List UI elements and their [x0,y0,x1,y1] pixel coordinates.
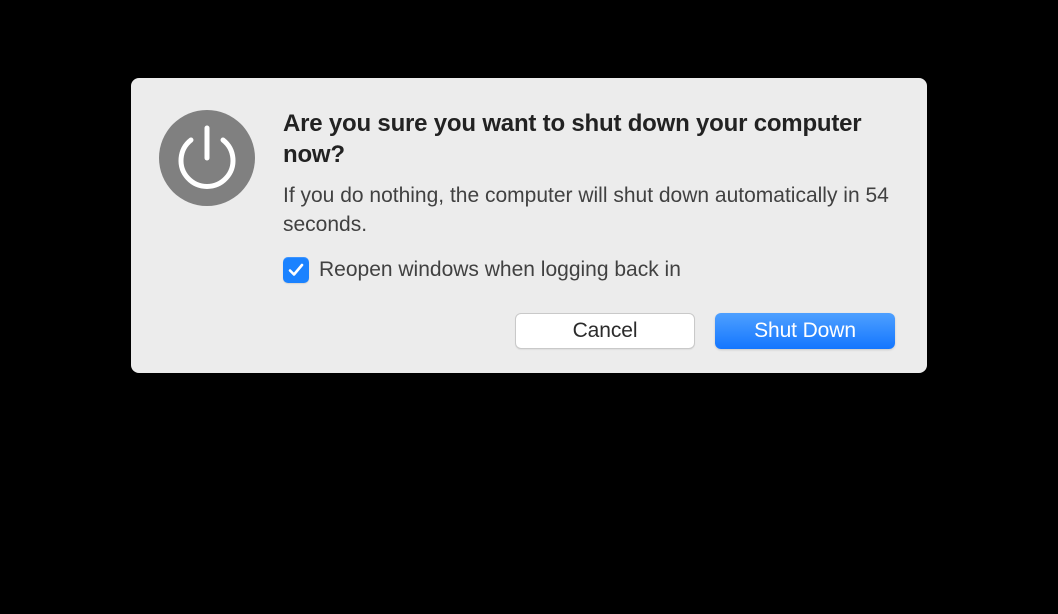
dialog-content: Are you sure you want to shut down your … [159,106,899,283]
dialog-text-column: Are you sure you want to shut down your … [283,106,899,283]
reopen-windows-row: Reopen windows when logging back in [283,257,899,283]
cancel-button[interactable]: Cancel [515,313,695,349]
reopen-windows-checkbox[interactable] [283,257,309,283]
dialog-message: If you do nothing, the computer will shu… [283,182,899,239]
reopen-windows-label: Reopen windows when logging back in [319,258,681,282]
shutdown-button[interactable]: Shut Down [715,313,895,349]
shutdown-dialog: Are you sure you want to shut down your … [131,78,927,373]
power-icon [159,110,255,206]
dialog-heading: Are you sure you want to shut down your … [283,108,899,170]
dialog-buttons: Cancel Shut Down [159,313,899,349]
